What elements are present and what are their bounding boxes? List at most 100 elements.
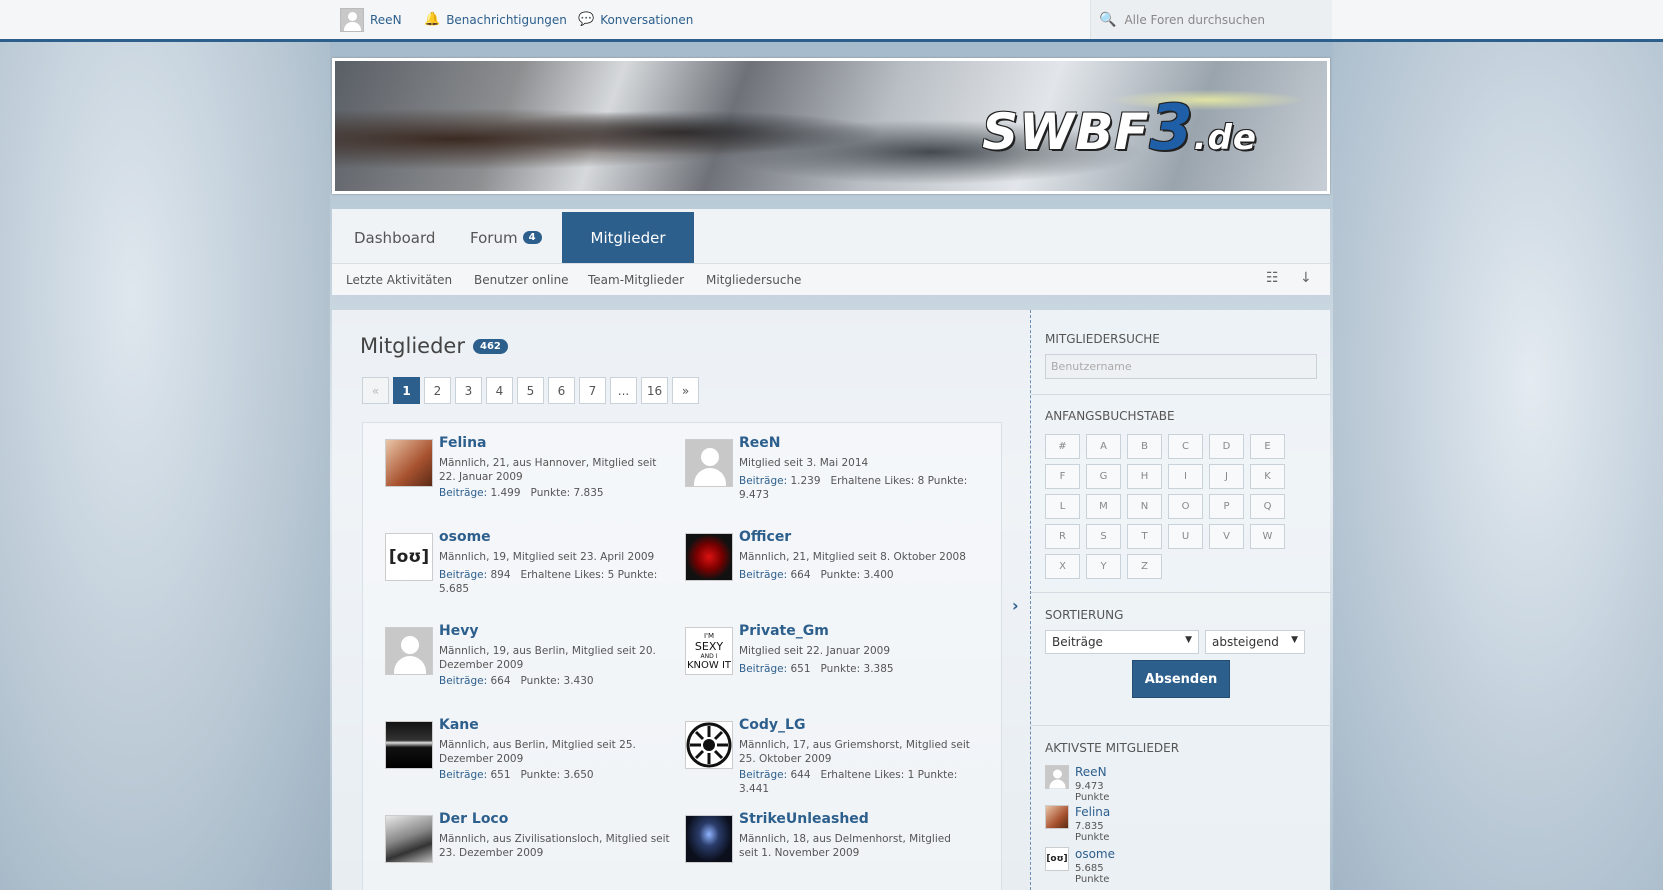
page-16-button[interactable]: 16 (641, 377, 668, 404)
letter-button[interactable]: Y (1086, 554, 1121, 579)
letter-button[interactable]: S (1086, 524, 1121, 549)
active-member-name[interactable]: osome (1075, 847, 1115, 861)
letter-button[interactable]: X (1045, 554, 1080, 579)
letter-button[interactable]: P (1209, 494, 1244, 519)
letter-button[interactable]: O (1168, 494, 1203, 519)
member-avatar[interactable] (385, 439, 433, 487)
member-avatar[interactable]: I'M SEXY AND I KNOW IT (685, 627, 733, 675)
letter-button[interactable]: T (1127, 524, 1162, 549)
user-name: ReeN (370, 13, 402, 27)
conversations-link[interactable]: 💬 Konversationen (578, 12, 693, 27)
page-3-button[interactable]: 3 (455, 377, 482, 404)
member-name[interactable]: Hevy (439, 623, 478, 639)
avatar[interactable] (1045, 805, 1069, 829)
user-menu-link[interactable]: ReeN (340, 8, 402, 32)
letter-button[interactable]: D (1209, 434, 1244, 459)
posts-label[interactable]: Beiträge: (439, 769, 487, 781)
subnav-users-online[interactable]: Benutzer online (474, 273, 569, 287)
member-name[interactable]: Cody_LG (739, 717, 805, 733)
letter-button[interactable]: Q (1250, 494, 1285, 519)
member-avatar[interactable] (685, 533, 733, 581)
letter-button[interactable]: A (1086, 434, 1121, 459)
letter-button[interactable]: J (1209, 464, 1244, 489)
subnav-member-search[interactable]: Mitgliedersuche (706, 273, 801, 287)
letter-button[interactable]: V (1209, 524, 1244, 549)
avatar[interactable] (1045, 765, 1069, 789)
letter-button[interactable]: L (1045, 494, 1080, 519)
member-name[interactable]: Officer (739, 529, 791, 545)
letter-button[interactable]: C (1168, 434, 1203, 459)
site-banner[interactable]: SWBF3.de (332, 58, 1330, 194)
submit-button[interactable]: Absenden (1132, 660, 1230, 698)
posts-label[interactable]: Beiträge: (739, 663, 787, 675)
avatar[interactable]: [oʊ] (1045, 847, 1069, 871)
chat-bubbles-icon: 💬 (578, 12, 595, 27)
subnav-recent-activity[interactable]: Letzte Aktivitäten (346, 273, 452, 287)
posts-label[interactable]: Beiträge: (739, 569, 787, 581)
username-search-input[interactable]: Benutzername (1045, 354, 1317, 379)
letter-button[interactable]: I (1168, 464, 1203, 489)
sidebar-collapse-chevron-icon[interactable]: › (1012, 596, 1019, 615)
posts-label[interactable]: Beiträge: (739, 475, 787, 487)
page-next-button[interactable]: » (672, 377, 699, 404)
posts-label[interactable]: Beiträge: (439, 569, 487, 581)
letter-button[interactable]: E (1250, 434, 1285, 459)
forum-search-input[interactable]: 🔍 Alle Foren durchsuchen (1090, 0, 1332, 39)
page-1-button[interactable]: 1 (393, 377, 420, 404)
member-name[interactable]: osome (439, 529, 491, 545)
posts-label[interactable]: Beiträge: (439, 675, 487, 687)
member-avatar[interactable] (685, 721, 733, 769)
arrow-down-icon[interactable]: ↓ (1300, 270, 1312, 286)
page-5-button[interactable]: 5 (517, 377, 544, 404)
member-name[interactable]: Private_Gm (739, 623, 829, 639)
search-placeholder: Alle Foren durchsuchen (1124, 12, 1265, 27)
tab-dashboard[interactable]: Dashboard (332, 212, 457, 263)
page-4-button[interactable]: 4 (486, 377, 513, 404)
member-item: StrikeUnleashed Männlich, 18, aus Delmen… (663, 799, 981, 890)
tab-mitglieder[interactable]: Mitglieder (562, 212, 694, 263)
bell-icon: 🔔 (424, 12, 441, 27)
tab-label: Forum (470, 228, 518, 247)
member-avatar[interactable] (685, 439, 733, 487)
member-avatar[interactable] (385, 815, 433, 863)
letter-button[interactable]: B (1127, 434, 1162, 459)
letter-button[interactable]: R (1045, 524, 1080, 549)
letter-button[interactable]: H (1127, 464, 1162, 489)
letter-button[interactable]: K (1250, 464, 1285, 489)
member-name[interactable]: StrikeUnleashed (739, 811, 869, 827)
posts-label[interactable]: Beiträge: (739, 769, 787, 781)
active-member-name[interactable]: ReeN (1075, 765, 1107, 779)
page-2-button[interactable]: 2 (424, 377, 451, 404)
letter-button[interactable]: F (1045, 464, 1080, 489)
member-name[interactable]: ReeN (739, 435, 781, 451)
member-avatar[interactable] (385, 627, 433, 675)
member-name[interactable]: Kane (439, 717, 479, 733)
member-avatar[interactable] (385, 721, 433, 769)
letter-button[interactable]: U (1168, 524, 1203, 549)
tab-forum[interactable]: Forum 4 (448, 212, 564, 263)
member-item: Kane Männlich, aus Berlin, Mitglied seit… (363, 705, 681, 805)
sort-field-select[interactable]: Beiträge ▼ (1045, 630, 1199, 654)
member-name[interactable]: Felina (439, 435, 487, 451)
member-info: Mitglied seit 22. Januar 2009 (739, 645, 891, 657)
posts-label[interactable]: Beiträge: (439, 487, 487, 499)
member-avatar[interactable]: [oʊ] (385, 533, 433, 581)
letter-button[interactable]: N (1127, 494, 1162, 519)
republic-emblem-icon (686, 722, 732, 768)
member-name[interactable]: Der Loco (439, 811, 508, 827)
sub-navigation: Letzte Aktivitäten Benutzer online Team-… (332, 263, 1330, 295)
member-avatar[interactable] (685, 815, 733, 863)
letter-button[interactable]: W (1250, 524, 1285, 549)
letter-button[interactable]: M (1086, 494, 1121, 519)
letter-button[interactable]: Z (1127, 554, 1162, 579)
subnav-team-members[interactable]: Team-Mitglieder (588, 273, 684, 287)
notifications-link[interactable]: 🔔 Benachrichtigungen (424, 12, 567, 27)
sort-order-select[interactable]: absteigend ▼ (1205, 630, 1305, 654)
letter-button[interactable]: # (1045, 434, 1080, 459)
page-7-button[interactable]: 7 (579, 377, 606, 404)
active-member-name[interactable]: Felina (1075, 805, 1110, 819)
sitemap-icon[interactable]: ☷ (1266, 270, 1279, 286)
page-ellipsis-button[interactable]: ... (610, 377, 637, 404)
letter-button[interactable]: G (1086, 464, 1121, 489)
page-6-button[interactable]: 6 (548, 377, 575, 404)
